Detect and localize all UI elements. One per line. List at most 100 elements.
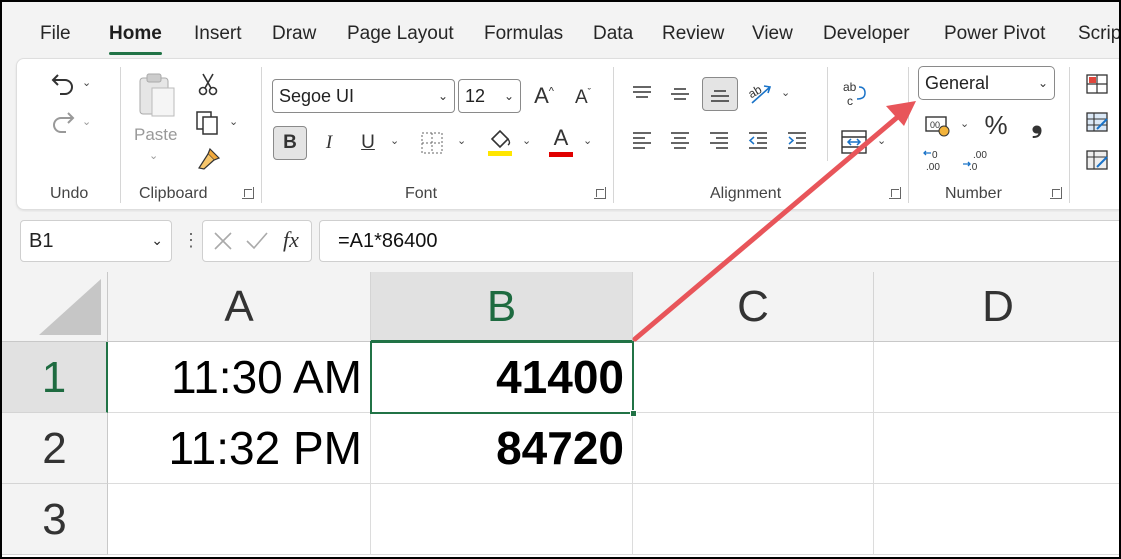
formula-actions: fx xyxy=(202,220,312,262)
cell-d1[interactable] xyxy=(874,342,1119,413)
svg-text:.00: .00 xyxy=(973,150,987,161)
undo-button[interactable] xyxy=(43,69,83,97)
paste-button[interactable] xyxy=(133,69,179,121)
number-dialog-launcher-icon[interactable] xyxy=(1050,187,1062,199)
format-as-table-icon xyxy=(1086,112,1108,132)
font-dialog-launcher-icon[interactable] xyxy=(594,187,606,199)
paste-label[interactable]: Paste xyxy=(134,125,177,145)
bold-button[interactable]: B xyxy=(273,126,307,160)
borders-button[interactable] xyxy=(418,128,446,158)
orientation-dropdown-chevron-icon[interactable]: ⌄ xyxy=(781,86,790,99)
formula-input[interactable]: =A1*86400 xyxy=(319,220,1119,262)
tab-script[interactable]: Scrip xyxy=(1078,16,1119,52)
cell-a3[interactable] xyxy=(108,484,371,555)
select-all-button[interactable] xyxy=(2,272,108,342)
cut-button[interactable] xyxy=(195,71,221,97)
increase-decimal-button[interactable]: 0.00 xyxy=(921,147,951,175)
underline-button[interactable]: U xyxy=(354,126,382,160)
font-name-combobox[interactable]: Segoe UI ⌄ xyxy=(272,79,455,113)
bottom-align-button[interactable] xyxy=(702,77,738,111)
increase-decimal-icon: 0.00 xyxy=(923,150,940,173)
fill-color-button[interactable] xyxy=(485,125,515,159)
column-header-b[interactable]: B xyxy=(371,272,633,342)
row-header-1[interactable]: 1 xyxy=(2,342,108,413)
tab-review[interactable]: Review xyxy=(662,16,724,52)
column-header-d[interactable]: D xyxy=(874,272,1119,342)
number-format-combobox[interactable]: General ⌄ xyxy=(918,66,1055,100)
paint-bucket-icon xyxy=(488,129,512,156)
cell-c2[interactable] xyxy=(633,413,874,484)
underline-dropdown-chevron-icon[interactable]: ⌄ xyxy=(390,134,399,147)
increase-indent-button[interactable] xyxy=(782,126,812,156)
chevron-down-icon: ⌄ xyxy=(437,89,448,103)
paste-dropdown-chevron-icon[interactable]: ⌄ xyxy=(149,149,158,162)
middle-align-button[interactable] xyxy=(665,79,695,109)
cell-d3[interactable] xyxy=(874,484,1119,555)
accounting-format-button[interactable]: 00 xyxy=(923,111,953,141)
merge-dropdown-chevron-icon[interactable]: ⌄ xyxy=(877,134,886,147)
increase-font-size-button[interactable]: A^ xyxy=(529,79,559,113)
tab-power-pivot[interactable]: Power Pivot xyxy=(944,16,1045,52)
tab-data[interactable]: Data xyxy=(593,16,633,52)
column-header-a[interactable]: A xyxy=(108,272,371,342)
cell-b2[interactable]: 84720 xyxy=(371,413,633,484)
tab-insert[interactable]: Insert xyxy=(194,16,242,52)
tab-draw[interactable]: Draw xyxy=(272,16,316,52)
tab-formulas[interactable]: Formulas xyxy=(484,16,563,52)
align-center-button[interactable] xyxy=(665,126,695,156)
comma-style-button[interactable]: ❟ xyxy=(1022,107,1052,139)
copy-button[interactable] xyxy=(193,109,221,137)
copy-dropdown-chevron-icon[interactable]: ⌄ xyxy=(229,115,238,128)
clipboard-dialog-launcher-icon[interactable] xyxy=(242,187,254,199)
cell-a2[interactable]: 11:32 PM xyxy=(108,413,371,484)
merge-center-button[interactable] xyxy=(837,125,871,159)
tab-view[interactable]: View xyxy=(752,16,793,52)
italic-button[interactable]: I xyxy=(315,126,343,160)
name-box[interactable]: B1 ⌄ xyxy=(20,220,172,262)
fill-color-dropdown-chevron-icon[interactable]: ⌄ xyxy=(522,134,531,147)
cell-c3[interactable] xyxy=(633,484,874,555)
cancel-icon[interactable] xyxy=(213,231,233,251)
redo-dropdown-chevron-icon[interactable]: ⌄ xyxy=(82,115,91,128)
group-divider xyxy=(908,67,909,203)
percent-style-button[interactable]: % xyxy=(981,109,1011,141)
enter-check-icon[interactable] xyxy=(245,231,269,251)
font-color-button[interactable]: A xyxy=(546,125,576,159)
cell-c1[interactable] xyxy=(633,342,874,413)
tab-page-layout[interactable]: Page Layout xyxy=(347,16,454,52)
accounting-dropdown-chevron-icon[interactable]: ⌄ xyxy=(960,117,969,130)
decrease-indent-button[interactable] xyxy=(743,126,773,156)
borders-icon xyxy=(421,132,443,154)
align-left-button[interactable] xyxy=(627,126,657,156)
tab-file[interactable]: File xyxy=(40,16,71,52)
wrap-text-button[interactable]: ab c xyxy=(839,77,869,111)
decrease-font-size-button[interactable]: Aˇ xyxy=(568,81,598,115)
tab-developer[interactable]: Developer xyxy=(823,16,910,52)
font-color-dropdown-chevron-icon[interactable]: ⌄ xyxy=(583,134,592,147)
alignment-dialog-launcher-icon[interactable] xyxy=(889,187,901,199)
conditional-formatting-button[interactable] xyxy=(1083,71,1111,97)
redo-button[interactable] xyxy=(43,107,83,135)
cell-styles-button[interactable] xyxy=(1083,147,1111,173)
format-as-table-button[interactable] xyxy=(1083,109,1111,135)
format-painter-button[interactable] xyxy=(195,145,223,173)
more-options-icon[interactable]: ⋮ xyxy=(182,230,200,251)
cell-d2[interactable] xyxy=(874,413,1119,484)
align-right-button[interactable] xyxy=(704,126,734,156)
clipboard-group-label: Clipboard xyxy=(139,185,208,202)
insert-function-icon[interactable]: fx xyxy=(283,227,299,253)
orientation-button[interactable]: ab xyxy=(744,77,776,109)
row-header-3[interactable]: 3 xyxy=(2,484,108,555)
font-size-combobox[interactable]: 12 ⌄ xyxy=(458,79,521,113)
tab-home[interactable]: Home xyxy=(109,16,162,55)
cell-a1[interactable]: 11:30 AM xyxy=(108,342,371,413)
borders-dropdown-chevron-icon[interactable]: ⌄ xyxy=(457,134,466,147)
column-header-c[interactable]: C xyxy=(633,272,874,342)
cell-b3[interactable] xyxy=(371,484,633,555)
top-align-button[interactable] xyxy=(627,79,657,109)
cell-b1[interactable]: 41400 xyxy=(371,342,633,413)
decrease-decimal-button[interactable]: .00.0 xyxy=(960,147,990,175)
undo-dropdown-chevron-icon[interactable]: ⌄ xyxy=(82,76,91,89)
ribbon-home: ⌄ ⌄ Undo Paste ⌄ ⌄ Clipboard Segoe UI ⌄ xyxy=(16,58,1119,210)
row-header-2[interactable]: 2 xyxy=(2,413,108,484)
